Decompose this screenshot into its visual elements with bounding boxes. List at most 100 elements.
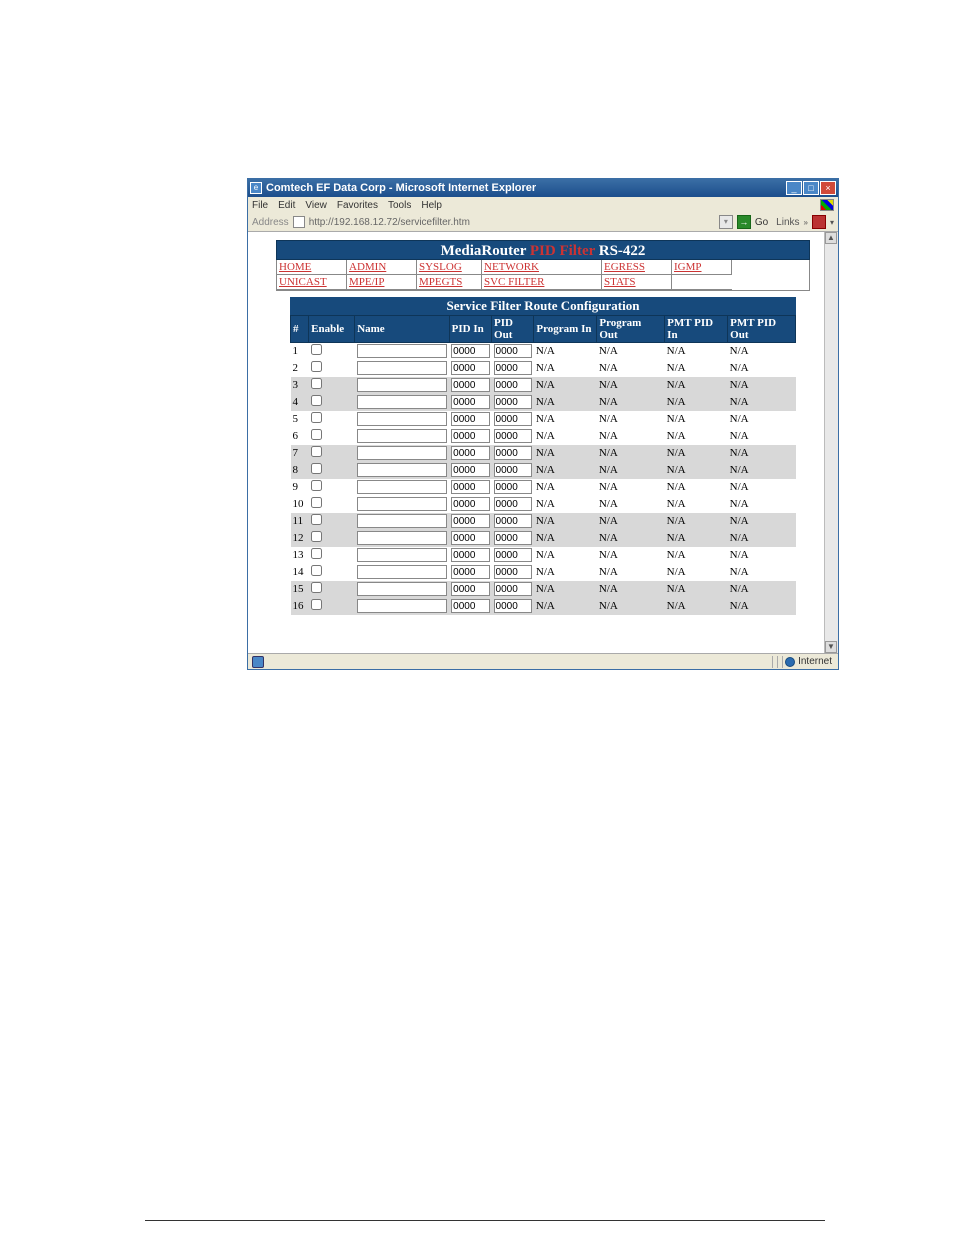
vertical-scrollbar[interactable]: ▲ ▼ (824, 232, 838, 653)
name-input[interactable] (357, 395, 447, 409)
maximize-button[interactable]: □ (803, 181, 819, 195)
nav-link-mpe-ip[interactable]: MPE/IP (347, 275, 417, 290)
enable-checkbox[interactable] (311, 599, 322, 610)
pid-in-input[interactable] (451, 514, 489, 528)
pid-in-input[interactable] (451, 497, 489, 511)
enable-checkbox[interactable] (311, 548, 322, 559)
pid-in-input[interactable] (451, 361, 489, 375)
name-input[interactable] (357, 565, 447, 579)
links-label[interactable]: Links (776, 217, 799, 228)
enable-checkbox[interactable] (311, 463, 322, 474)
pid-in-input[interactable] (451, 565, 489, 579)
pid-out-input[interactable] (494, 565, 532, 579)
name-cell (355, 394, 449, 411)
enable-checkbox[interactable] (311, 531, 322, 542)
menu-help[interactable]: Help (421, 200, 442, 211)
pmt-pid-in-value: N/A (665, 513, 728, 530)
pid-out-input[interactable] (494, 344, 532, 358)
pid-out-input[interactable] (494, 582, 532, 596)
nav-link-egress[interactable]: EGRESS (602, 260, 672, 275)
pid-in-input[interactable] (451, 480, 489, 494)
toolbar-plugin-dropdown-icon[interactable]: ▾ (830, 218, 834, 227)
pid-out-input[interactable] (494, 599, 532, 613)
pid-in-input[interactable] (451, 531, 489, 545)
name-input[interactable] (357, 429, 447, 443)
enable-checkbox[interactable] (311, 480, 322, 491)
enable-checkbox[interactable] (311, 412, 322, 423)
pid-out-input[interactable] (494, 446, 532, 460)
nav-link-stats[interactable]: STATS (602, 275, 672, 290)
pid-out-input[interactable] (494, 531, 532, 545)
pid-out-input[interactable] (494, 514, 532, 528)
name-input[interactable] (357, 378, 447, 392)
name-input[interactable] (357, 599, 447, 613)
nav-link-svc-filter[interactable]: SVC FILTER (482, 275, 602, 290)
enable-checkbox[interactable] (311, 582, 322, 593)
program-in-value: N/A (534, 581, 597, 598)
name-input[interactable] (357, 497, 447, 511)
pid-out-input[interactable] (494, 378, 532, 392)
name-input[interactable] (357, 446, 447, 460)
close-button[interactable]: × (820, 181, 836, 195)
enable-checkbox[interactable] (311, 429, 322, 440)
menu-tools[interactable]: Tools (388, 200, 411, 211)
nav-link-home[interactable]: HOME (277, 260, 347, 275)
pid-out-input[interactable] (494, 480, 532, 494)
nav-link-unicast[interactable]: UNICAST (277, 275, 347, 290)
menu-file[interactable]: File (252, 200, 268, 211)
scroll-down-button[interactable]: ▼ (825, 641, 837, 653)
pid-in-input[interactable] (451, 446, 489, 460)
menu-view[interactable]: View (305, 200, 327, 211)
name-input[interactable] (357, 582, 447, 596)
enable-checkbox[interactable] (311, 497, 322, 508)
address-input[interactable] (309, 215, 715, 229)
pid-in-input[interactable] (451, 582, 489, 596)
enable-checkbox[interactable] (311, 514, 322, 525)
name-input[interactable] (357, 463, 447, 477)
enable-checkbox[interactable] (311, 361, 322, 372)
pid-out-input[interactable] (494, 548, 532, 562)
links-chevron-icon[interactable]: » (804, 218, 808, 227)
pid-out-input[interactable] (494, 395, 532, 409)
enable-checkbox[interactable] (311, 565, 322, 576)
name-input[interactable] (357, 514, 447, 528)
name-input[interactable] (357, 548, 447, 562)
pid-in-input[interactable] (451, 378, 489, 392)
pid-in-input[interactable] (451, 429, 489, 443)
name-input[interactable] (357, 412, 447, 426)
name-input[interactable] (357, 531, 447, 545)
go-button[interactable]: → (737, 215, 751, 229)
pid-out-input[interactable] (494, 497, 532, 511)
pid-in-input[interactable] (451, 395, 489, 409)
pid-in-input[interactable] (451, 548, 489, 562)
pid-out-input[interactable] (494, 463, 532, 477)
name-input[interactable] (357, 361, 447, 375)
minimize-button[interactable]: _ (786, 181, 802, 195)
enable-checkbox[interactable] (311, 395, 322, 406)
nav-link-admin[interactable]: ADMIN (347, 260, 417, 275)
name-input[interactable] (357, 480, 447, 494)
name-cell (355, 377, 449, 394)
nav-link-igmp[interactable]: IGMP (672, 260, 732, 275)
pid-in-input[interactable] (451, 412, 489, 426)
pid-out-input[interactable] (494, 361, 532, 375)
pmt-pid-in-value: N/A (665, 564, 728, 581)
pmt-pid-out-value: N/A (728, 360, 796, 377)
scroll-up-button[interactable]: ▲ (825, 232, 837, 244)
pid-in-input[interactable] (451, 344, 489, 358)
enable-checkbox[interactable] (311, 378, 322, 389)
enable-checkbox[interactable] (311, 344, 322, 355)
name-input[interactable] (357, 344, 447, 358)
pid-in-input[interactable] (451, 599, 489, 613)
pid-out-input[interactable] (494, 412, 532, 426)
menu-edit[interactable]: Edit (278, 200, 295, 211)
nav-link-network[interactable]: NETWORK (482, 260, 602, 275)
address-dropdown-button[interactable]: ▾ (719, 215, 733, 229)
pid-out-input[interactable] (494, 429, 532, 443)
enable-checkbox[interactable] (311, 446, 322, 457)
nav-link-mpegts[interactable]: MPEGTS (417, 275, 482, 290)
pid-in-input[interactable] (451, 463, 489, 477)
nav-link-syslog[interactable]: SYSLOG (417, 260, 482, 275)
toolbar-plugin-icon[interactable] (812, 215, 826, 229)
menu-favorites[interactable]: Favorites (337, 200, 378, 211)
